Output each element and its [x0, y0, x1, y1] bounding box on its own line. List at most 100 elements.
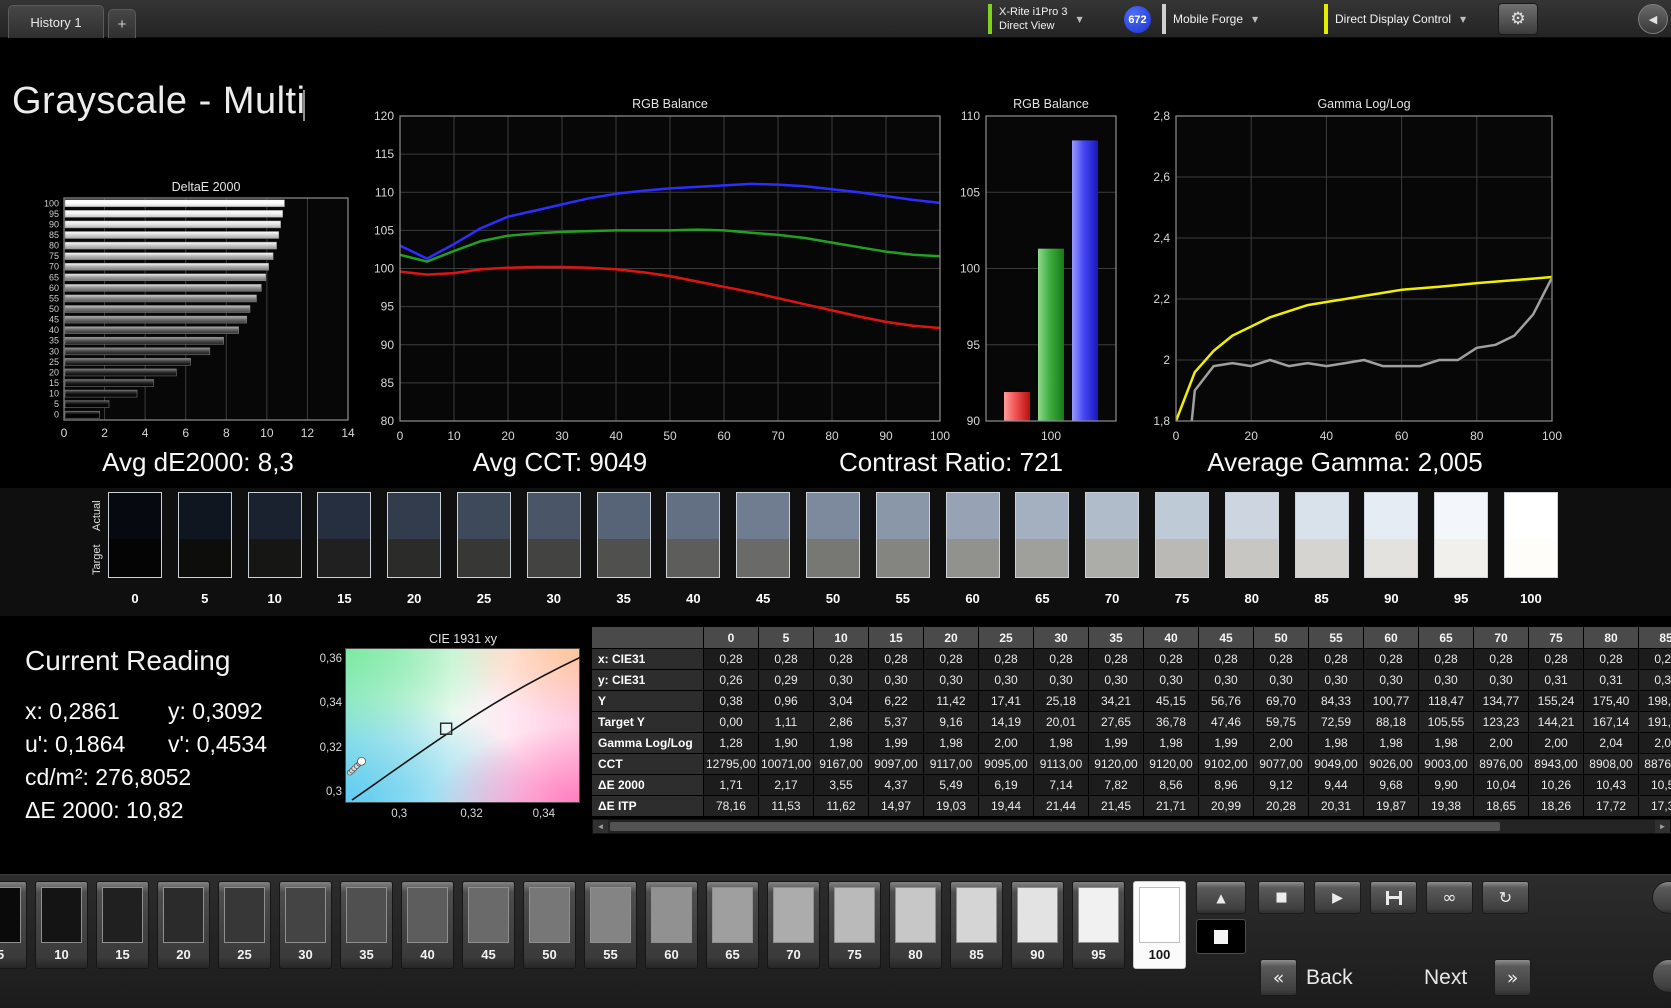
table-column-header: 0 [704, 627, 759, 648]
swatch-actual-color [1365, 493, 1418, 540]
grayscale-swatch: 80 [1224, 492, 1279, 606]
source-dropdown[interactable]: Mobile Forge ▼ [1162, 2, 1314, 36]
svg-text:4: 4 [142, 426, 149, 440]
pattern-level-tile[interactable]: 30 [279, 881, 332, 969]
pattern-level-tile[interactable]: 5 [0, 881, 27, 969]
pattern-level-tile[interactable]: 15 [96, 881, 149, 969]
pattern-level-tile[interactable]: 40 [401, 881, 454, 969]
svg-text:35: 35 [49, 336, 59, 346]
scroll-left-arrow[interactable]: ◄ [593, 820, 608, 833]
pattern-level-tile[interactable]: 65 [706, 881, 759, 969]
table-column-header: 45 [1199, 627, 1254, 648]
pattern-level-tile[interactable]: 70 [767, 881, 820, 969]
pattern-level-label: 55 [603, 947, 618, 962]
table-cell: 0,28 [1254, 649, 1309, 669]
table-cell: 1,90 [759, 733, 814, 753]
swatch-actual-color [667, 493, 720, 540]
table-scrollbar[interactable]: ◄ ► [592, 819, 1671, 834]
meter-dropdown-label: X-Rite i1Pro 3 Direct View [999, 5, 1067, 34]
pattern-level-tile[interactable]: 95 [1072, 881, 1125, 969]
table-cell: 0,28 [704, 649, 759, 669]
pattern-level-tile[interactable]: 20 [157, 881, 210, 969]
settings-button[interactable]: ⚙ [1498, 3, 1538, 35]
history-tab-label: History 1 [30, 14, 82, 30]
svg-text:100: 100 [1542, 429, 1562, 443]
pattern-level-tile[interactable]: 75 [828, 881, 881, 969]
partial-round-button[interactable] [1652, 959, 1671, 993]
pattern-level-label: 5 [0, 947, 5, 962]
meter-dropdown[interactable]: X-Rite i1Pro 3 Direct View ▼ [988, 2, 1110, 36]
average-gamma-stat: Average Gamma: 2,005 [1207, 447, 1483, 477]
table-cell: 0,31 [1529, 670, 1584, 690]
grayscale-swatch: 45 [736, 492, 791, 606]
svg-text:100: 100 [374, 262, 394, 276]
pattern-level-tile[interactable]: 80 [889, 881, 942, 969]
back-chevron-button[interactable]: « [1260, 959, 1297, 996]
table-cell: 10,04 [1474, 775, 1529, 795]
swatch-target-color [1086, 539, 1139, 577]
table-cell: 27,65 [1089, 712, 1144, 732]
pattern-level-tile[interactable]: 85 [950, 881, 1003, 969]
pattern-level-tile[interactable]: 55 [584, 881, 637, 969]
history-tab[interactable]: History 1 [8, 5, 104, 38]
table-cell: 0,30 [869, 670, 924, 690]
table-column-header: 70 [1474, 627, 1529, 648]
swatch-target-color [109, 539, 161, 577]
continuous-read-button[interactable]: ∞ [1426, 881, 1473, 914]
pattern-level-tile[interactable]: 50 [523, 881, 576, 969]
grayscale-swatch: 70 [1085, 492, 1140, 606]
partial-round-button[interactable] [1652, 881, 1671, 914]
table-column-header: 5 [759, 627, 814, 648]
table-cell: 1,98 [814, 733, 869, 753]
display-control-dropdown[interactable]: Direct Display Control ▼ [1324, 2, 1494, 36]
table-cell: 5,37 [869, 712, 924, 732]
table-cell: 1,99 [1199, 733, 1254, 753]
reading-x: x: 0,2861 [25, 698, 120, 724]
grayscale-swatch: 95 [1434, 492, 1489, 606]
pattern-level-tile[interactable]: 60 [645, 881, 698, 969]
pattern-window-button[interactable] [1196, 919, 1246, 954]
next-button[interactable]: Next [1424, 966, 1467, 990]
stop-button[interactable]: ■ [1258, 881, 1305, 914]
grayscale-swatch: 20 [387, 492, 442, 606]
hold-pattern-button[interactable] [1370, 881, 1417, 914]
svg-text:85: 85 [49, 230, 59, 240]
pattern-level-tile[interactable]: 25 [218, 881, 271, 969]
table-cell: 9120,00 [1144, 754, 1199, 774]
collapse-panel-button[interactable]: ◀ [1638, 4, 1668, 34]
swatch-level-label: 20 [406, 591, 422, 606]
table-cell: 0,00 [704, 712, 759, 732]
svg-text:70: 70 [771, 429, 785, 443]
table-cell: 144,21 [1529, 712, 1584, 732]
pattern-level-tile[interactable]: 35 [340, 881, 393, 969]
pattern-level-tile[interactable]: 90 [1011, 881, 1064, 969]
pattern-level-tile[interactable]: 10 [35, 881, 88, 969]
back-button[interactable]: Back [1306, 966, 1353, 990]
pattern-level-tile[interactable]: 45 [462, 881, 515, 969]
page-title: Grayscale - Multi [12, 80, 306, 122]
refresh-button[interactable]: ↻ [1482, 881, 1529, 914]
pattern-level-tile[interactable]: 100 [1133, 881, 1186, 969]
svg-text:95: 95 [49, 209, 59, 219]
new-tab-button[interactable]: + [108, 9, 136, 38]
pattern-level-label: 95 [1091, 947, 1106, 962]
next-chevron-button[interactable]: » [1494, 959, 1531, 996]
gamma-loglog-chart: Gamma Log/Log 2,8 2,6 2,4 2,2 2 1,80 20 40 60 80 10… [1153, 97, 1562, 443]
table-row: Gamma Log/Log 1,28 1,90 1,98 1,99 1,98 2,00 1,9… [592, 733, 1671, 754]
pattern-level-label: 10 [54, 947, 69, 962]
pattern-up-button[interactable]: ▲ [1196, 881, 1246, 914]
scrollbar-thumb[interactable] [610, 822, 1500, 831]
table-row-label: y: CIE31 [592, 670, 704, 690]
avg-de2000-stat: Avg dE2000: 8,3 [102, 447, 294, 477]
scroll-right-arrow[interactable]: ► [1655, 820, 1670, 833]
chevron-up-icon: ▲ [1216, 890, 1226, 905]
play-button[interactable]: ▶ [1314, 881, 1361, 914]
table-cell: 14,97 [869, 796, 924, 816]
cie-x-tick: 0,34 [532, 808, 556, 820]
swatch-patch [456, 492, 511, 578]
cie-overlay [346, 656, 582, 801]
svg-text:20: 20 [49, 367, 59, 377]
pattern-swatch [1139, 887, 1180, 943]
table-cell: 9,68 [1364, 775, 1419, 795]
swatch-target-color [388, 539, 441, 577]
